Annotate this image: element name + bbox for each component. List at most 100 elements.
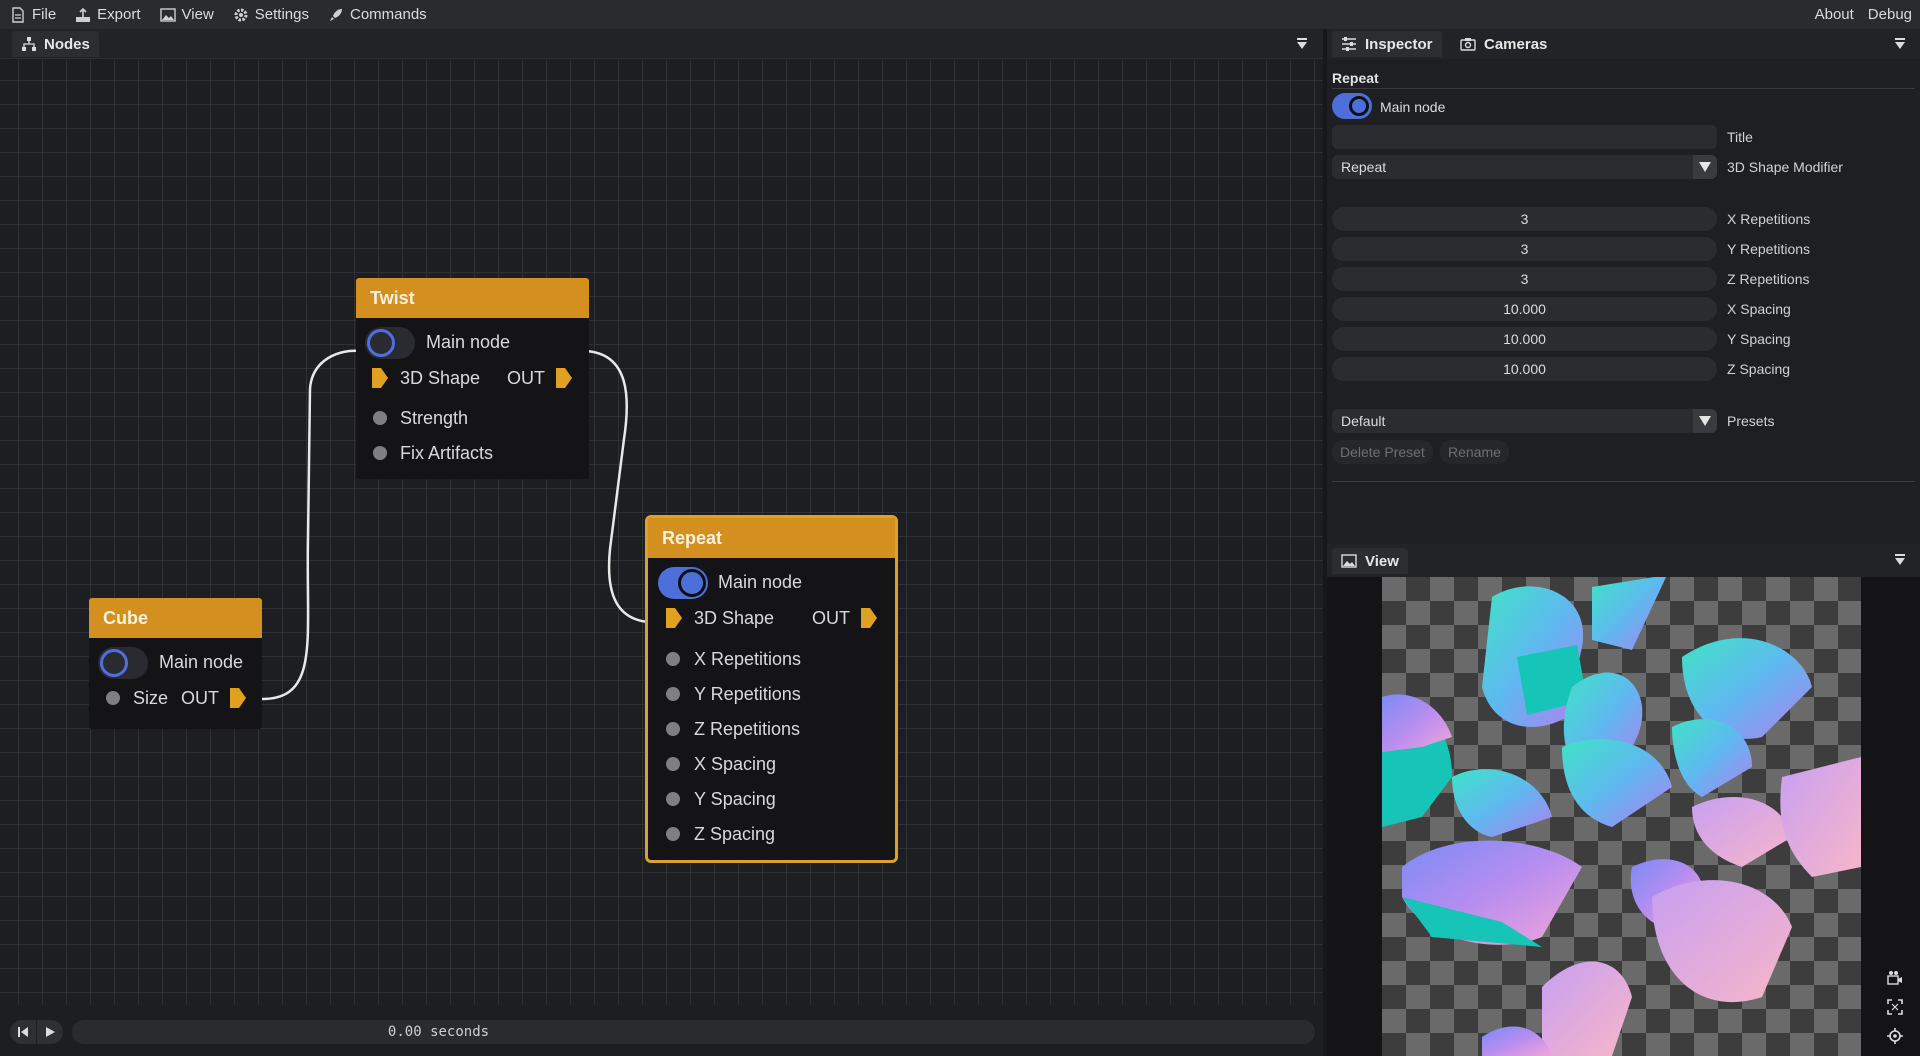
rocket-icon	[329, 8, 342, 21]
file-icon	[12, 6, 24, 23]
cube-out-label: OUT	[181, 688, 219, 708]
repeat-node-title: Repeat	[648, 518, 895, 558]
skip-back-icon	[18, 1027, 28, 1037]
title-label: Title	[1727, 129, 1753, 145]
twist-fix-artifacts-label: Fix Artifacts	[400, 443, 494, 463]
inspector-main-node-label: Main node	[1380, 99, 1446, 115]
twist-main-node-toggle[interactable]	[365, 327, 415, 359]
menu-export-label: Export	[97, 6, 141, 23]
fullscreen-button[interactable]	[1882, 995, 1908, 1019]
cube-output-port[interactable]	[230, 688, 246, 708]
y-spacing-value: 10.000	[1503, 331, 1546, 347]
repeat-z-repetitions-label: Z Repetitions	[694, 719, 801, 739]
repeat-z-repetitions-port[interactable]	[666, 722, 680, 736]
tab-view[interactable]: View	[1332, 548, 1408, 574]
view-panel: View	[1327, 544, 1920, 1056]
x-spacing-label: X Spacing	[1727, 301, 1791, 317]
z-spacing-label: Z Spacing	[1727, 361, 1791, 377]
connection-twist-to-repeat	[585, 349, 649, 624]
menu-about[interactable]: About	[1815, 6, 1854, 23]
repeat-y-spacing-port[interactable]	[666, 792, 680, 806]
tab-cameras[interactable]: Cameras	[1451, 31, 1556, 57]
inspector-tab-bar: Inspector Cameras	[1327, 29, 1920, 59]
presets-select[interactable]: Default	[1332, 409, 1717, 433]
menu-debug[interactable]: Debug	[1868, 6, 1912, 23]
image-icon	[159, 7, 176, 22]
inspector-panel-menu-button[interactable]	[1889, 34, 1911, 54]
video-camera-icon	[1887, 971, 1902, 985]
y-spacing-field[interactable]: 10.000	[1332, 327, 1717, 351]
twist-output-port[interactable]	[556, 368, 572, 388]
repeat-x-repetitions-port[interactable]	[666, 652, 680, 666]
twist-node[interactable]: Twist Main node 3D Shape OUT Strength Fi…	[356, 278, 589, 479]
repeat-z-spacing-port[interactable]	[666, 827, 680, 841]
twist-input-port[interactable]	[372, 368, 388, 388]
repeat-x-spacing-label: X Spacing	[694, 754, 777, 774]
modifier-select[interactable]: Repeat	[1332, 155, 1717, 179]
image-icon	[1341, 554, 1357, 568]
repeat-main-node-label: Main node	[718, 572, 803, 592]
repeat-x-spacing-port[interactable]	[666, 757, 680, 771]
repeat-y-repetitions-port[interactable]	[666, 687, 680, 701]
cube-size-port[interactable]	[106, 691, 120, 705]
view-panel-menu-button[interactable]	[1889, 550, 1911, 570]
presets-label: Presets	[1727, 413, 1775, 429]
chevron-down-icon	[1693, 409, 1717, 433]
title-input[interactable]	[1332, 125, 1717, 149]
z-repetitions-label: Z Repetitions	[1727, 271, 1810, 287]
play-button[interactable]	[37, 1020, 63, 1044]
y-repetitions-label: Y Repetitions	[1727, 241, 1811, 257]
tab-cameras-label: Cameras	[1484, 35, 1548, 53]
panel-menu-icon	[1895, 38, 1905, 49]
cube-main-node-toggle[interactable]	[98, 647, 148, 679]
repeat-node[interactable]: Repeat Main node 3D Shape OUT X Repetiti…	[645, 515, 898, 863]
y-repetitions-value: 3	[1520, 241, 1529, 257]
twist-input-label: 3D Shape	[400, 368, 481, 388]
y-repetitions-field[interactable]: 3	[1332, 237, 1717, 261]
repeat-output-port[interactable]	[861, 608, 877, 628]
repeat-y-spacing-label: Y Spacing	[694, 789, 776, 809]
rewind-button[interactable]	[10, 1020, 36, 1044]
node-graph-canvas[interactable]: Twist Main node 3D Shape OUT Strength Fi…	[0, 59, 1323, 1034]
twist-node-title: Twist	[356, 278, 589, 318]
expand-icon	[1887, 999, 1903, 1015]
twist-out-label: OUT	[507, 368, 545, 388]
menu-view[interactable]: View	[150, 6, 223, 23]
tab-inspector[interactable]: Inspector	[1332, 31, 1442, 57]
repeat-input-port[interactable]	[666, 608, 682, 628]
x-spacing-field[interactable]: 10.000	[1332, 297, 1717, 321]
repeat-x-repetitions-label: X Repetitions	[694, 649, 802, 669]
nodes-tab-bar: Nodes	[0, 29, 1323, 59]
repeat-main-node-toggle[interactable]	[658, 567, 708, 599]
menu-commands[interactable]: Commands	[318, 6, 436, 23]
x-repetitions-field[interactable]: 3	[1332, 207, 1717, 231]
menu-file[interactable]: File	[0, 6, 65, 23]
twist-strength-label: Strength	[400, 408, 469, 428]
chevron-down-icon	[1693, 155, 1717, 179]
delete-preset-button[interactable]: Delete Preset	[1332, 440, 1433, 464]
modifier-select-value: Repeat	[1341, 159, 1387, 175]
tab-nodes[interactable]: Nodes	[12, 31, 99, 57]
recenter-button[interactable]	[1882, 1024, 1908, 1048]
connection-cube-to-twist	[261, 349, 361, 701]
twist-strength-port[interactable]	[373, 411, 387, 425]
render-viewport[interactable]	[1382, 577, 1861, 1056]
nodes-panel: Nodes Twist Main node 3D Shape OUT Stren…	[0, 29, 1323, 1056]
cube-node[interactable]: Cube Main node Size OUT	[89, 598, 262, 729]
menu-settings[interactable]: Settings	[223, 6, 318, 23]
tab-view-label: View	[1365, 552, 1399, 570]
render-preview-image	[1382, 577, 1861, 1056]
menu-settings-label: Settings	[254, 6, 309, 23]
inspector-main-node-toggle[interactable]	[1332, 93, 1372, 119]
nodes-panel-menu-button[interactable]	[1291, 34, 1313, 54]
timeline-scrubber[interactable]: 0.00 seconds	[72, 1020, 1315, 1044]
camera-record-button[interactable]	[1882, 966, 1908, 990]
menu-export[interactable]: Export	[65, 6, 149, 23]
node-graph-icon	[22, 37, 36, 51]
twist-fix-artifacts-port[interactable]	[373, 446, 387, 460]
rename-preset-button[interactable]: Rename	[1440, 440, 1509, 464]
z-repetitions-field[interactable]: 3	[1332, 267, 1717, 291]
time-readout: 0.00 seconds	[387, 1024, 490, 1040]
z-spacing-field[interactable]: 10.000	[1332, 357, 1717, 381]
x-spacing-value: 10.000	[1503, 301, 1546, 317]
